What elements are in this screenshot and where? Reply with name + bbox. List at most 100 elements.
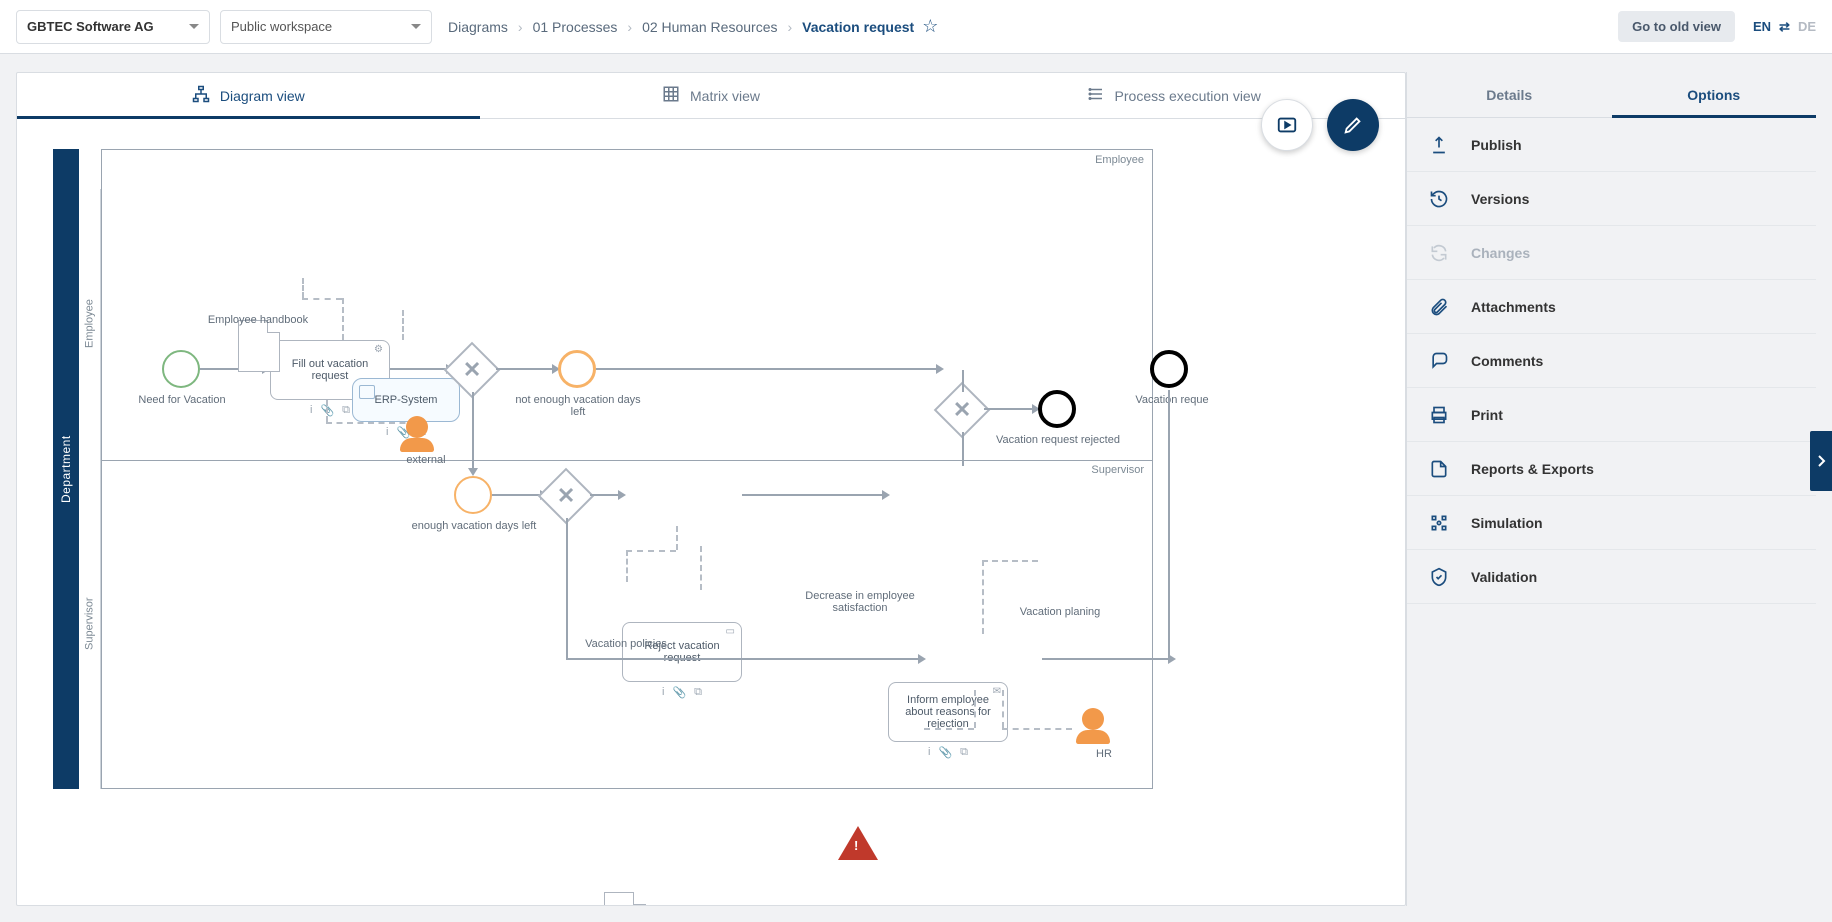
doc-planing-label: Vacation planing: [990, 606, 1130, 618]
doc-policies[interactable]: [604, 892, 646, 905]
language-switch[interactable]: EN ⇄ DE: [1753, 19, 1816, 35]
task-inform-label: Inform employee about reasons for reject…: [893, 694, 1003, 730]
assoc: [326, 422, 416, 424]
tab-options[interactable]: Options: [1612, 72, 1817, 117]
lane-divider: [102, 460, 1152, 461]
connector: [390, 368, 446, 370]
execution-icon: [1087, 85, 1105, 106]
pool-title: Department: [53, 149, 79, 789]
crumb-2[interactable]: 02 Human Resources: [642, 19, 777, 35]
valid-icon: [1429, 567, 1449, 587]
workspace-label: Public workspace: [231, 19, 332, 34]
end-event-rejected[interactable]: [1038, 390, 1076, 428]
options-list: Publish Versions Changes Attachments Com…: [1407, 118, 1816, 604]
erp-top-label: ERP-System: [375, 394, 438, 406]
attach-icon: [1429, 297, 1449, 317]
option-report-label: Reports & Exports: [1471, 461, 1594, 477]
publish-icon: [1429, 135, 1449, 155]
caret-down-icon: [411, 24, 421, 29]
play-button[interactable]: [1261, 99, 1313, 151]
actor-external-label: external: [356, 454, 496, 466]
event-not-enough-label: not enough vacation days left: [508, 394, 648, 418]
task-reject[interactable]: ▭ Reject vacation request i📎⧉: [622, 622, 742, 682]
assoc: [1002, 728, 1072, 730]
tab-matrix-view[interactable]: Matrix view: [480, 73, 943, 118]
actor-external[interactable]: [406, 416, 428, 438]
content: Diagram view Matrix view Process executi…: [16, 72, 1816, 906]
option-publish-label: Publish: [1471, 137, 1522, 153]
connector: [1168, 390, 1170, 660]
lang-de[interactable]: DE: [1798, 19, 1816, 34]
option-sim-label: Simulation: [1471, 515, 1543, 531]
option-publish[interactable]: Publish: [1407, 118, 1816, 172]
lane2-title: Supervisor: [79, 459, 101, 789]
topbar: GBTEC Software AG Public workspace Diagr…: [0, 0, 1832, 54]
assoc: [626, 550, 676, 552]
diagram-canvas[interactable]: Department Employee Supervisor Employee …: [53, 149, 1405, 905]
sidebar-collapse-handle[interactable]: [1810, 431, 1832, 491]
old-view-button[interactable]: Go to old view: [1618, 11, 1735, 42]
doc-marker-icon: ▭: [726, 626, 735, 637]
tab-diagram-view[interactable]: Diagram view: [17, 73, 480, 118]
assoc: [982, 560, 984, 634]
option-versions-label: Versions: [1471, 191, 1529, 207]
assoc: [626, 550, 628, 582]
tab-details[interactable]: Details: [1407, 72, 1612, 117]
option-simulation[interactable]: Simulation: [1407, 496, 1816, 550]
option-attachments[interactable]: Attachments: [1407, 280, 1816, 334]
edit-button[interactable]: [1327, 99, 1379, 151]
task-indicators: i📎⧉: [928, 746, 968, 759]
top-right: Go to old view EN ⇄ DE: [1618, 11, 1816, 42]
assoc: [924, 728, 974, 730]
option-print[interactable]: Print: [1407, 388, 1816, 442]
doc-handbook[interactable]: [238, 320, 280, 372]
assoc: [302, 278, 304, 298]
erp-top[interactable]: ERP-System i📎⧉: [352, 378, 460, 422]
tab-exec-label: Process execution view: [1115, 88, 1261, 104]
connector: [962, 432, 964, 466]
assoc: [342, 298, 344, 340]
diagram-icon: [192, 85, 210, 106]
task-inform[interactable]: ✉ Inform employee about reasons for reje…: [888, 682, 1008, 742]
connector: [1042, 658, 1168, 660]
option-validation[interactable]: Validation: [1407, 550, 1816, 604]
assoc: [326, 400, 328, 422]
favorite-star-icon[interactable]: ☆: [922, 16, 938, 37]
company-dropdown[interactable]: GBTEC Software AG: [16, 10, 210, 44]
caret-down-icon: [189, 24, 199, 29]
option-comments[interactable]: Comments: [1407, 334, 1816, 388]
chevron-right-icon: ›: [787, 19, 792, 35]
report-icon: [1429, 459, 1449, 479]
assoc: [302, 298, 342, 300]
gateway-supervisor[interactable]: ✕: [538, 468, 595, 525]
connector: [962, 370, 964, 392]
crumb-0[interactable]: Diagrams: [448, 19, 508, 35]
option-changes-label: Changes: [1471, 245, 1530, 261]
comment-icon: [1429, 351, 1449, 371]
event-not-enough[interactable]: [558, 350, 596, 388]
option-reports[interactable]: Reports & Exports: [1407, 442, 1816, 496]
actor-hr[interactable]: [1082, 708, 1104, 730]
event-enough-label: enough vacation days left: [404, 520, 544, 532]
end-event-approved[interactable]: [1150, 350, 1188, 388]
tab-matrix-label: Matrix view: [690, 88, 760, 104]
lang-en[interactable]: EN: [1753, 19, 1771, 34]
tab-diagram-label: Diagram view: [220, 88, 305, 104]
workspace-dropdown[interactable]: Public workspace: [220, 10, 432, 44]
crumb-active[interactable]: Vacation request: [802, 19, 914, 35]
start-event[interactable]: [162, 350, 200, 388]
option-changes[interactable]: Changes: [1407, 226, 1816, 280]
assoc: [676, 526, 678, 550]
option-versions[interactable]: Versions: [1407, 172, 1816, 226]
lane1-title: Employee: [79, 189, 101, 459]
option-valid-label: Validation: [1471, 569, 1537, 585]
swap-icon[interactable]: ⇄: [1779, 19, 1790, 35]
event-enough[interactable]: [454, 476, 492, 514]
print-icon: [1429, 405, 1449, 425]
breadcrumb: Diagrams › 01 Processes › 02 Human Resou…: [448, 16, 938, 37]
connector: [742, 494, 882, 496]
chevron-right-icon: ›: [627, 19, 632, 35]
crumb-1[interactable]: 01 Processes: [533, 19, 618, 35]
lanes: Employee Supervisor Need for Vacation ⚙ …: [101, 149, 1153, 789]
risk-indicator[interactable]: !: [838, 826, 878, 860]
